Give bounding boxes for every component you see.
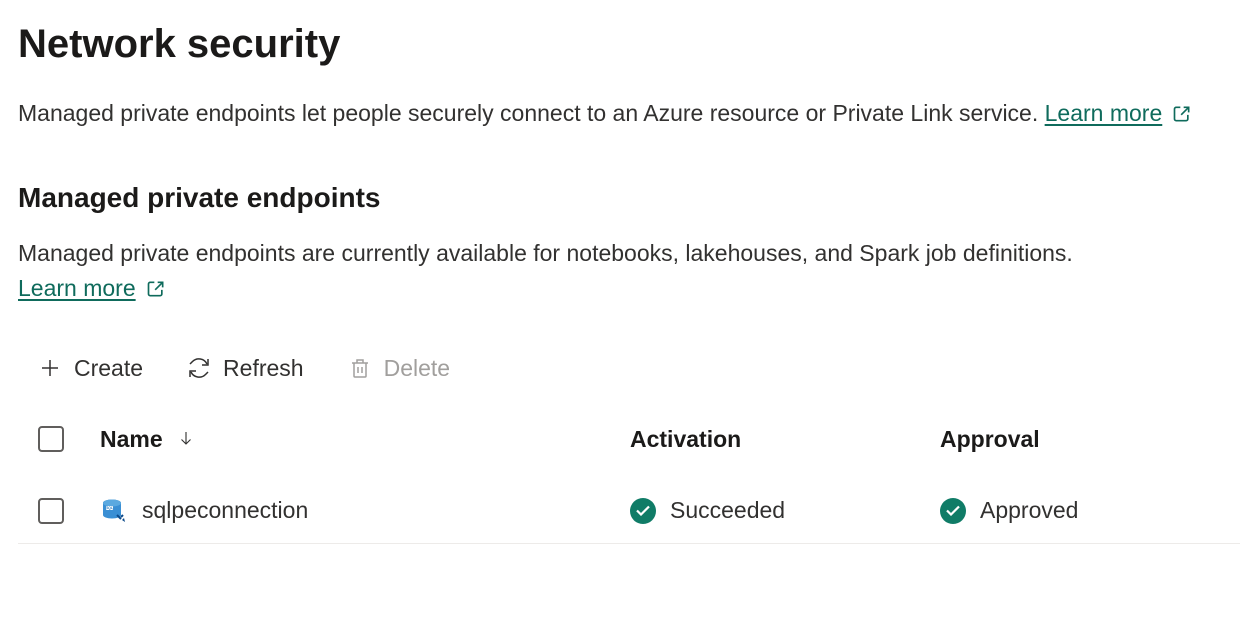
delete-icon [348,356,372,380]
approval-cell: Approved [940,497,1240,524]
success-check-icon [630,498,656,524]
learn-more-link[interactable]: Learn more [1045,96,1193,132]
activation-cell: Succeeded [630,497,940,524]
page-title: Network security [18,20,1240,68]
name-cell: SQL sqlpeconnection [100,497,630,525]
column-header-approval[interactable]: Approval [940,426,1040,453]
delete-button: Delete [348,355,450,382]
success-check-icon [940,498,966,524]
external-link-icon [1172,104,1192,124]
sort-arrow-down-icon [177,426,195,453]
header-checkbox-cell [38,426,100,452]
refresh-icon [187,356,211,380]
toolbar: Create Refresh Delete [18,355,1240,382]
section-title: Managed private endpoints [18,182,1240,214]
page-description: Managed private endpoints let people sec… [18,96,1218,132]
create-button[interactable]: Create [38,355,143,382]
table-header-row: Name Activation Approval [18,426,1240,483]
description-text: Managed private endpoints let people sec… [18,100,1045,126]
approval-status: Approved [980,497,1078,524]
column-header-name[interactable]: Name [100,426,195,453]
activation-status: Succeeded [670,497,785,524]
delete-label: Delete [384,355,450,382]
column-header-activation[interactable]: Activation [630,426,741,453]
sql-resource-icon: SQL [100,497,128,525]
plus-icon [38,356,62,380]
learn-more-label: Learn more [1045,96,1163,132]
row-name: sqlpeconnection [142,497,308,524]
refresh-label: Refresh [223,355,304,382]
column-approval-label: Approval [940,426,1040,453]
refresh-button[interactable]: Refresh [187,355,304,382]
row-checkbox[interactable] [38,498,64,524]
create-label: Create [74,355,143,382]
section-learn-more-link[interactable]: Learn more [18,271,166,307]
column-name-label: Name [100,426,163,453]
svg-text:SQL: SQL [106,506,113,510]
section-description: Managed private endpoints are currently … [18,236,1218,307]
row-checkbox-cell [38,498,100,524]
section-description-text: Managed private endpoints are currently … [18,240,1073,266]
section-learn-more-label: Learn more [18,271,136,307]
select-all-checkbox[interactable] [38,426,64,452]
external-link-icon [146,279,166,299]
table-row[interactable]: SQL sqlpeconnection Succeeded Approved [18,483,1240,544]
column-activation-label: Activation [630,426,741,453]
